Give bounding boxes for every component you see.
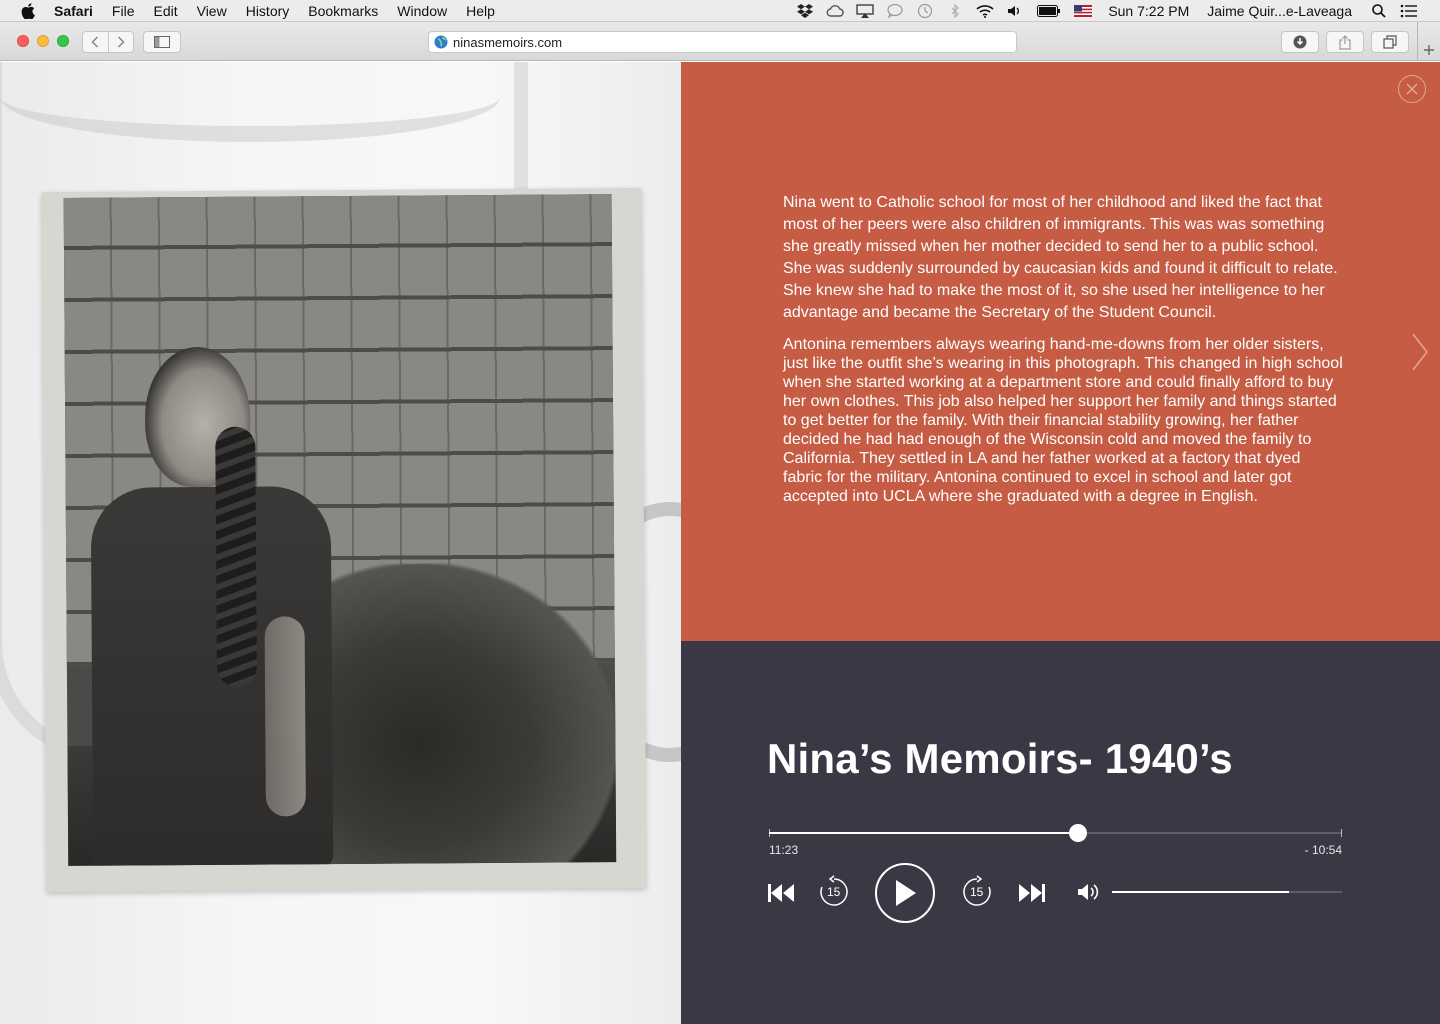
skip-forward-seconds: 15 xyxy=(970,885,984,899)
play-button[interactable] xyxy=(875,863,935,923)
menu-edit[interactable]: Edit xyxy=(153,0,177,22)
play-icon xyxy=(896,880,916,906)
menu-help[interactable]: Help xyxy=(466,0,495,22)
progress-fill xyxy=(769,832,1079,834)
address-url: ninasmemoirs.com xyxy=(453,34,563,50)
menu-bar: Safari File Edit View History Bookmarks … xyxy=(0,0,1440,22)
battery-icon[interactable] xyxy=(1036,4,1062,18)
tabs-overview-button[interactable] xyxy=(1371,31,1409,53)
downloads-button[interactable] xyxy=(1281,31,1319,53)
close-button[interactable] xyxy=(1398,75,1426,103)
speaker-icon xyxy=(1078,884,1099,900)
window-zoom-button[interactable] xyxy=(57,35,69,47)
menu-window[interactable]: Window xyxy=(397,0,447,22)
vintage-photo-print xyxy=(41,187,647,893)
window-minimize-button[interactable] xyxy=(37,35,49,47)
menu-clock[interactable]: Sun 7:22 PM xyxy=(1108,3,1189,19)
previous-track-button[interactable] xyxy=(767,881,795,905)
globe-icon xyxy=(434,35,448,49)
memoir-photo xyxy=(0,62,681,1024)
close-icon xyxy=(1406,83,1418,95)
menu-view[interactable]: View xyxy=(197,0,227,22)
back-button[interactable] xyxy=(83,32,108,52)
time-machine-icon[interactable] xyxy=(916,3,934,19)
apple-icon[interactable] xyxy=(20,2,36,19)
progress-end-tick xyxy=(1341,829,1342,837)
photo-girl-braid xyxy=(215,426,258,687)
skip-forward-button[interactable]: 15 xyxy=(960,875,994,909)
story-paragraph-2: Antonina remembers always wearing hand-m… xyxy=(783,336,1343,505)
skip-back-button[interactable]: 15 xyxy=(817,875,851,909)
player-title: Nina’s Memoirs- 1940’s xyxy=(767,735,1233,782)
progress-scrubber[interactable] xyxy=(1069,824,1088,842)
chevron-right-icon xyxy=(1412,333,1429,371)
next-track-button[interactable] xyxy=(1018,881,1046,905)
forward-button[interactable] xyxy=(107,32,133,52)
menu-history[interactable]: History xyxy=(246,0,290,22)
progress-bar[interactable] xyxy=(769,824,1342,842)
volume-slider[interactable] xyxy=(1112,891,1342,893)
history-nav xyxy=(82,31,134,53)
menu-app-safari[interactable]: Safari xyxy=(54,0,93,22)
story-panel: Nina went to Catholic school for most of… xyxy=(681,62,1440,641)
previous-track-icon xyxy=(768,884,794,902)
next-track-icon xyxy=(1019,884,1045,902)
story-paragraph-1: Nina went to Catholic school for most of… xyxy=(783,194,1338,321)
new-tab-button[interactable] xyxy=(1417,22,1440,61)
spotlight-icon[interactable] xyxy=(1370,4,1388,18)
story-text: Nina went to Catholic school for most of… xyxy=(783,192,1343,506)
us-flag-icon[interactable] xyxy=(1074,4,1093,18)
wifi-icon[interactable] xyxy=(976,4,994,18)
menu-bookmarks[interactable]: Bookmarks xyxy=(308,0,378,22)
volume-button[interactable] xyxy=(1077,881,1101,903)
audio-player: Nina’s Memoirs- 1940’s 11:23 - 10:54 15 … xyxy=(681,641,1440,1024)
notification-center-icon[interactable] xyxy=(1400,4,1418,18)
photo-girl-arm xyxy=(264,616,306,817)
menu-file[interactable]: File xyxy=(112,0,135,22)
menu-user-name[interactable]: Jaime Quir...e-Laveaga xyxy=(1207,3,1352,19)
time-remaining: - 10:54 xyxy=(1304,843,1342,857)
volume-fill xyxy=(1112,891,1290,893)
share-button[interactable] xyxy=(1326,31,1364,53)
photo-foliage xyxy=(286,562,617,865)
time-elapsed: 11:23 xyxy=(769,843,799,857)
messages-icon[interactable] xyxy=(886,4,904,18)
browser-toolbar: ninasmemoirs.com xyxy=(0,22,1440,61)
photo-image xyxy=(63,194,617,866)
dropbox-icon[interactable] xyxy=(796,4,814,18)
creative-cloud-icon[interactable] xyxy=(826,4,845,18)
address-bar[interactable]: ninasmemoirs.com xyxy=(428,31,1017,53)
volume-menu-icon[interactable] xyxy=(1006,4,1024,18)
window-close-button[interactable] xyxy=(17,35,29,47)
skip-back-seconds: 15 xyxy=(827,885,841,899)
bluetooth-icon[interactable] xyxy=(946,4,964,18)
airplay-icon[interactable] xyxy=(856,4,874,18)
sidebar-toggle-button[interactable] xyxy=(143,31,181,53)
next-slide-button[interactable] xyxy=(1410,330,1430,374)
